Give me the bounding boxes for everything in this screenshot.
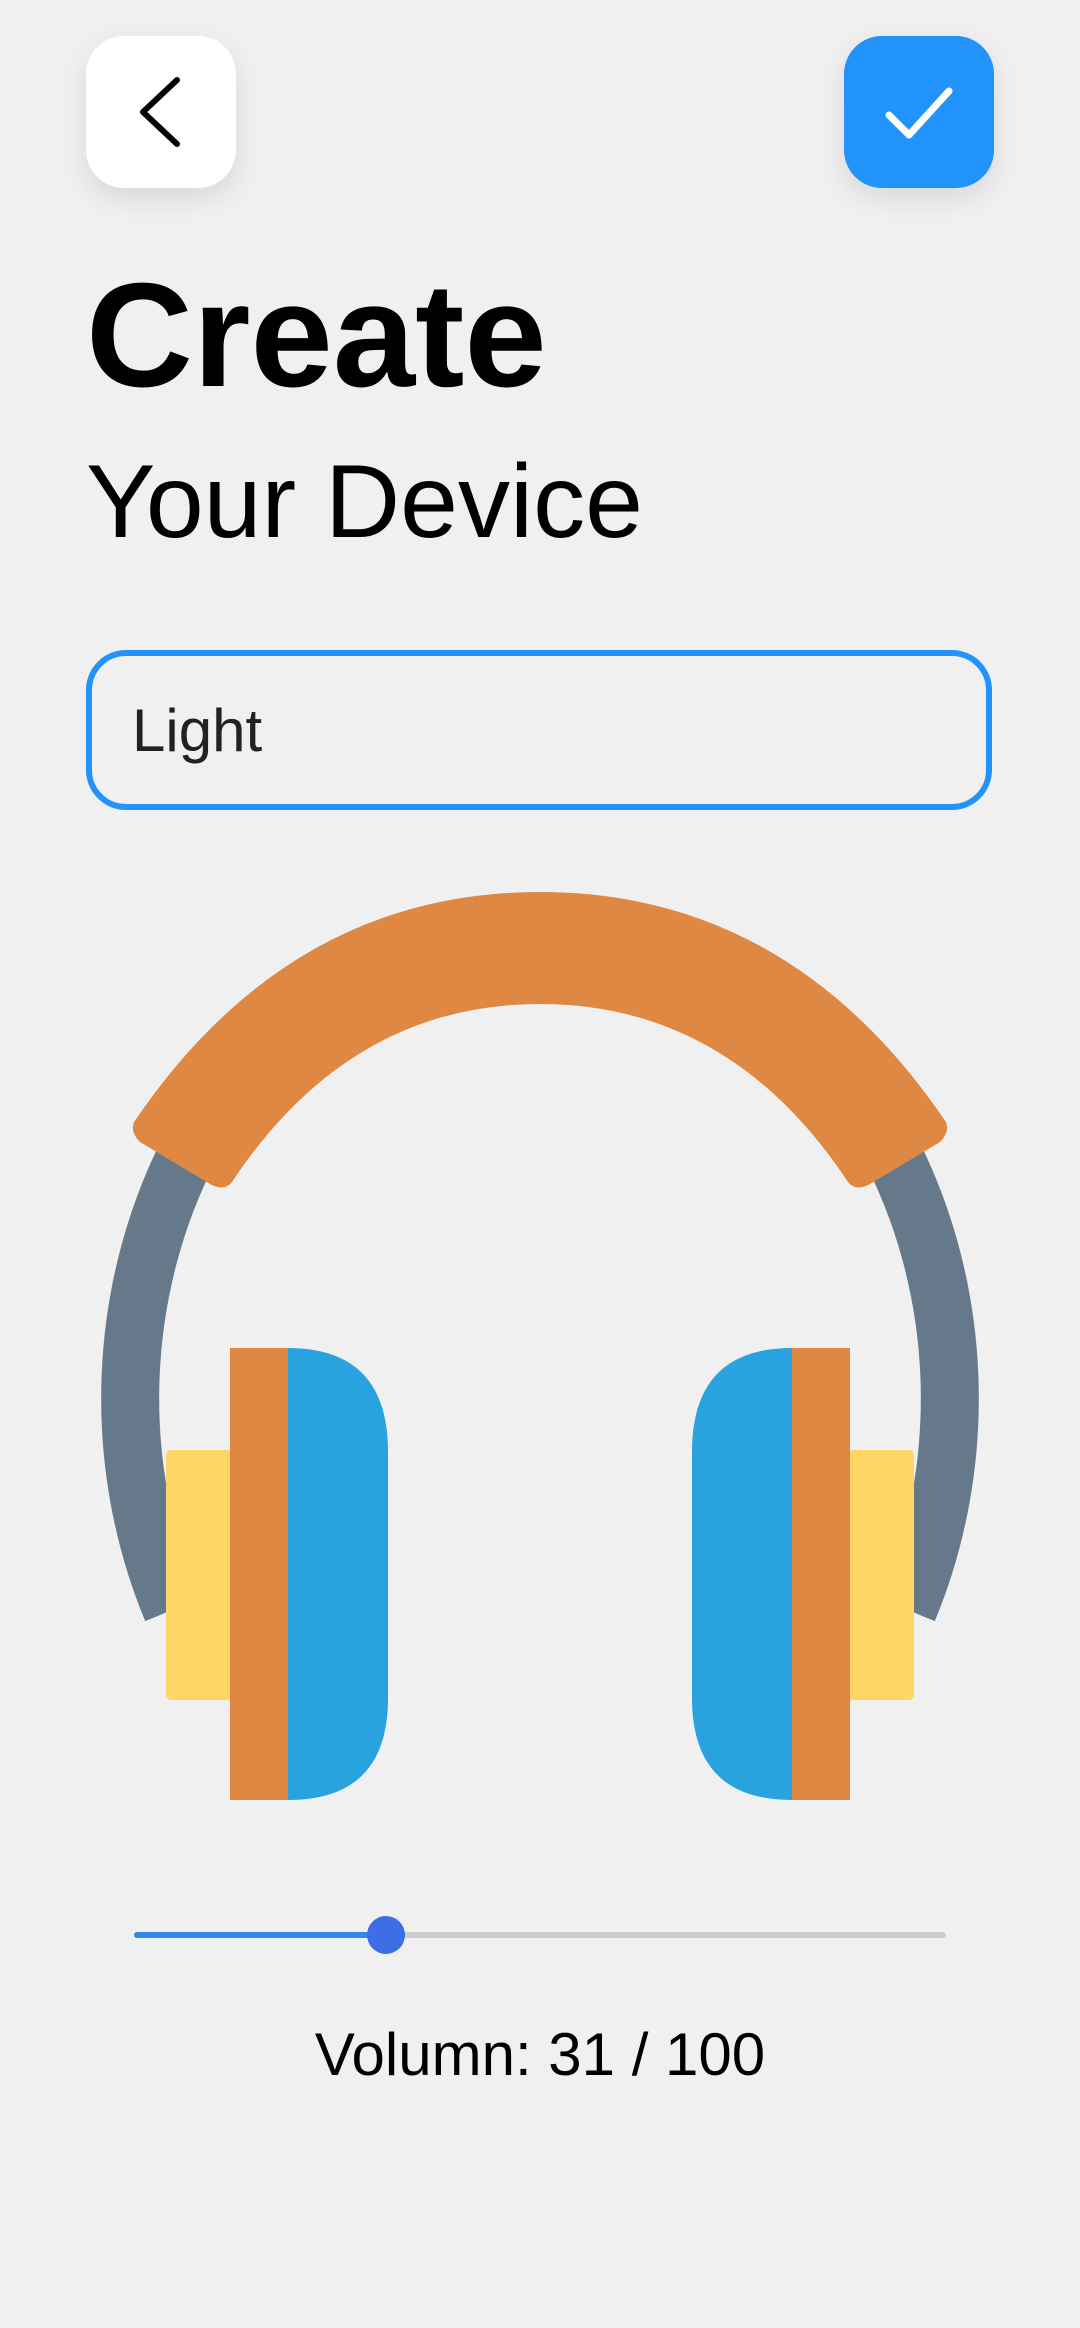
device-name-input[interactable] [86,650,992,810]
headphones-icon [101,892,979,1800]
volume-label: Volumn: 31 / 100 [314,2021,766,2088]
slider-thumb[interactable] [366,1916,405,1954]
checkmark-icon [885,87,953,139]
confirm-button[interactable] [844,36,994,188]
slider-fill [134,1932,386,1938]
page-subtitle: Your Device [86,444,643,560]
page-title: Create [86,253,547,418]
chevron-left-icon [140,77,180,147]
back-button[interactable] [86,36,236,188]
volume-slider[interactable] [134,1900,946,1970]
